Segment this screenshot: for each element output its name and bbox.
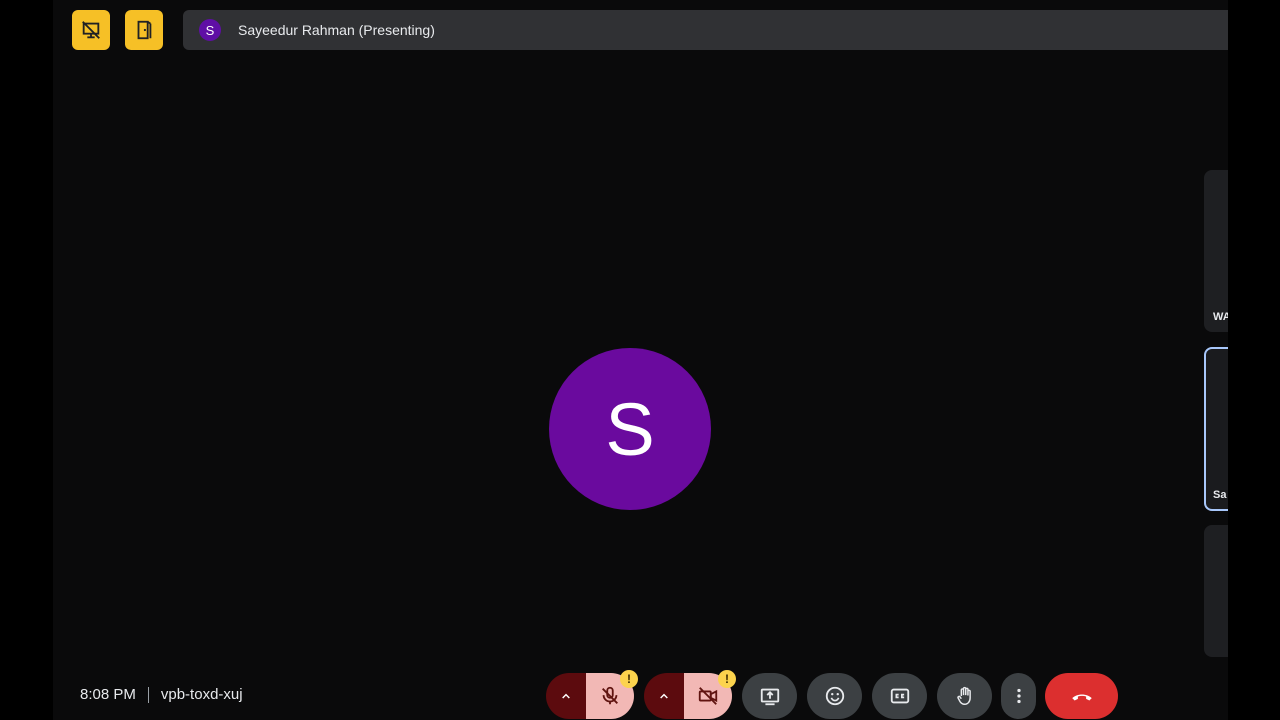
participant-tile[interactable]: WA — [1204, 170, 1228, 332]
video-options-button[interactable] — [644, 673, 684, 719]
left-black-bar — [0, 0, 53, 720]
videocam-off-icon — [698, 687, 718, 705]
tile-label: WA — [1213, 311, 1228, 323]
presenter-avatar: S — [199, 19, 221, 41]
present-screen-icon — [760, 688, 779, 706]
meeting-info: 8:08 PM vpb-toxd-xuj — [80, 686, 243, 703]
presenter-banner: S Sayeedur Rahman (Presenting) — [183, 10, 1228, 50]
presentation-off-button[interactable] — [72, 10, 110, 50]
leave-room-button[interactable] — [125, 10, 163, 50]
chevron-up-icon — [660, 693, 668, 699]
mic-off-icon — [602, 686, 618, 705]
door-exit-icon — [137, 20, 152, 40]
chevron-up-icon — [562, 693, 570, 699]
mic-warning-badge: ! — [620, 670, 638, 688]
raise-hand-icon — [956, 686, 971, 705]
camera-warning-badge: ! — [718, 670, 736, 688]
participant-tile[interactable] — [1204, 525, 1228, 657]
divider — [147, 686, 149, 703]
more-options-button[interactable] — [1001, 673, 1036, 719]
participant-tile-active[interactable]: Sa — [1204, 347, 1228, 511]
main-participant-avatar: S — [549, 348, 711, 510]
presenter-name: Sayeedur Rahman (Presenting) — [238, 22, 435, 38]
raise-hand-button[interactable] — [937, 673, 992, 719]
captions-button[interactable] — [872, 673, 927, 719]
more-vert-icon — [1016, 688, 1021, 704]
tile-label: Sa — [1213, 489, 1227, 501]
closed-captions-icon — [890, 688, 909, 704]
audio-options-button[interactable] — [546, 673, 586, 719]
present-screen-button[interactable] — [742, 673, 797, 719]
meeting-code[interactable]: vpb-toxd-xuj — [161, 686, 243, 703]
presentation-off-icon — [82, 21, 100, 39]
emoji-icon — [825, 686, 844, 706]
right-black-bar — [1228, 0, 1280, 720]
meeting-time: 8:08 PM — [80, 686, 136, 703]
leave-call-button[interactable] — [1045, 673, 1118, 719]
reactions-button[interactable] — [807, 673, 862, 719]
call-end-icon — [1071, 694, 1092, 701]
